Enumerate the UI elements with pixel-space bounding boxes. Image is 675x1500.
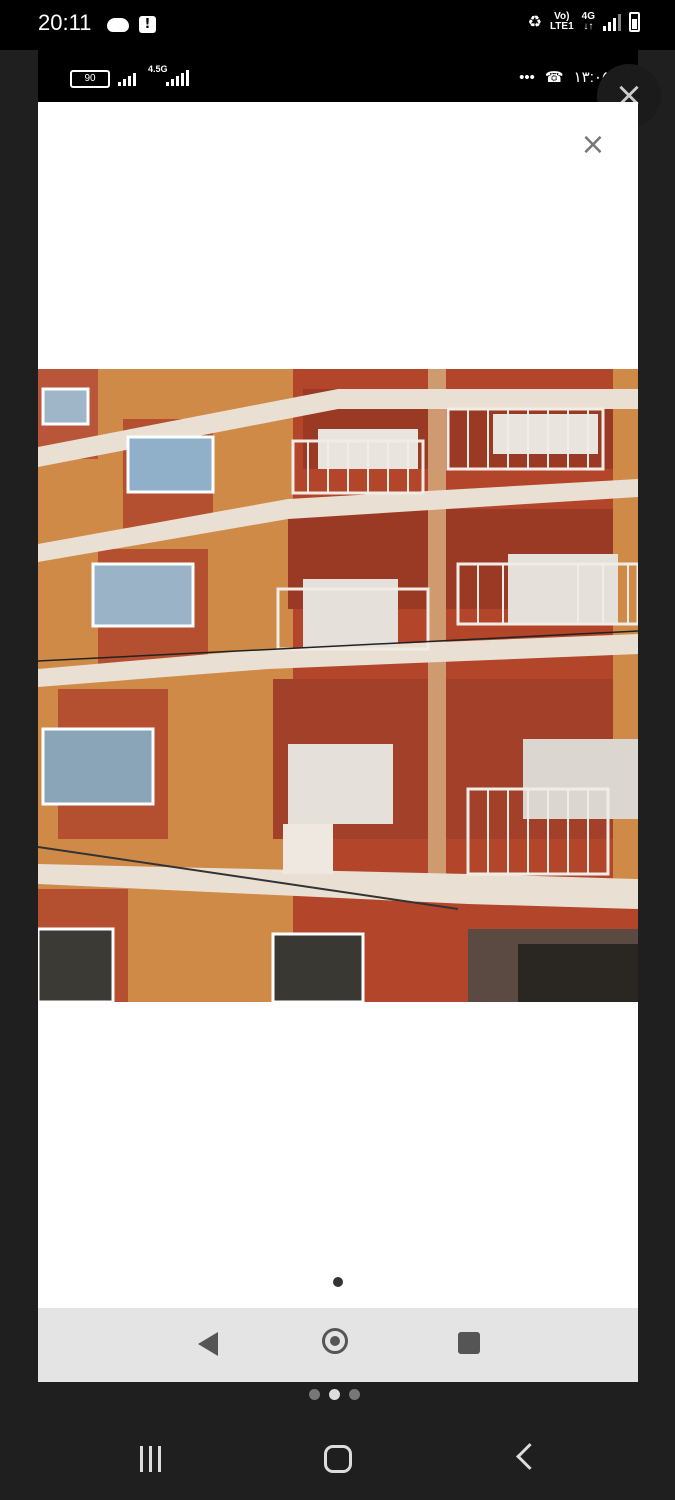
network-arrows: ↓↑ [583, 21, 594, 32]
recents-button[interactable] [137, 1446, 163, 1472]
pager-dot-active[interactable] [329, 1389, 340, 1400]
volte-bottom: LTE1 [549, 21, 574, 32]
volte-indicator: Vo) LTE1 [550, 12, 574, 32]
building-photo[interactable] [38, 369, 638, 1002]
pager-dot[interactable] [309, 1389, 320, 1400]
network-indicator: 4G ↓↑ [582, 12, 595, 32]
screenshot-pager [309, 1389, 360, 1400]
inner-network-type: 4.5G [148, 64, 168, 74]
system-nav-bar [0, 1420, 675, 1500]
inner-recents-icon[interactable] [458, 1332, 480, 1354]
image-viewer: × [38, 102, 638, 1308]
pager-dot[interactable] [349, 1389, 360, 1400]
status-bar: 20:11 ! ♻ Vo) LTE1 4G ↓↑ [0, 0, 675, 50]
call-forward-icon: ☎ [544, 69, 564, 86]
inner-status-right: ••• ☎ ۱۳:۰۵ [519, 68, 610, 87]
inner-back-icon[interactable] [198, 1332, 218, 1356]
inner-status-bar: 90 4.5G ••• ☎ ۱۳:۰۵ [38, 50, 638, 102]
inner-battery-icon: 90 [70, 70, 110, 88]
back-button[interactable] [516, 1443, 543, 1470]
signal-icon [603, 13, 621, 31]
status-right-icons: ♻ Vo) LTE1 4G ↓↑ [528, 12, 640, 32]
inner-nav-bar [38, 1308, 638, 1382]
inner-home-icon[interactable] [322, 1328, 348, 1354]
alert-icon: ! [139, 16, 156, 33]
viewer-close-button[interactable]: × [578, 130, 608, 160]
recents-bar-icon [157, 1446, 161, 1472]
recents-bar-icon [148, 1446, 152, 1472]
home-button[interactable] [324, 1445, 352, 1473]
battery-icon [629, 12, 640, 32]
page-indicator-dot [333, 1277, 343, 1287]
status-time: 20:11 [38, 10, 92, 35]
inner-signal-icon-2 [166, 70, 189, 86]
cloud-icon [107, 18, 129, 32]
more-dots-icon: ••• [519, 68, 535, 86]
recycle-icon: ♻ [527, 14, 542, 31]
recents-bar-icon [139, 1446, 143, 1472]
inner-signal-icon [118, 70, 136, 86]
